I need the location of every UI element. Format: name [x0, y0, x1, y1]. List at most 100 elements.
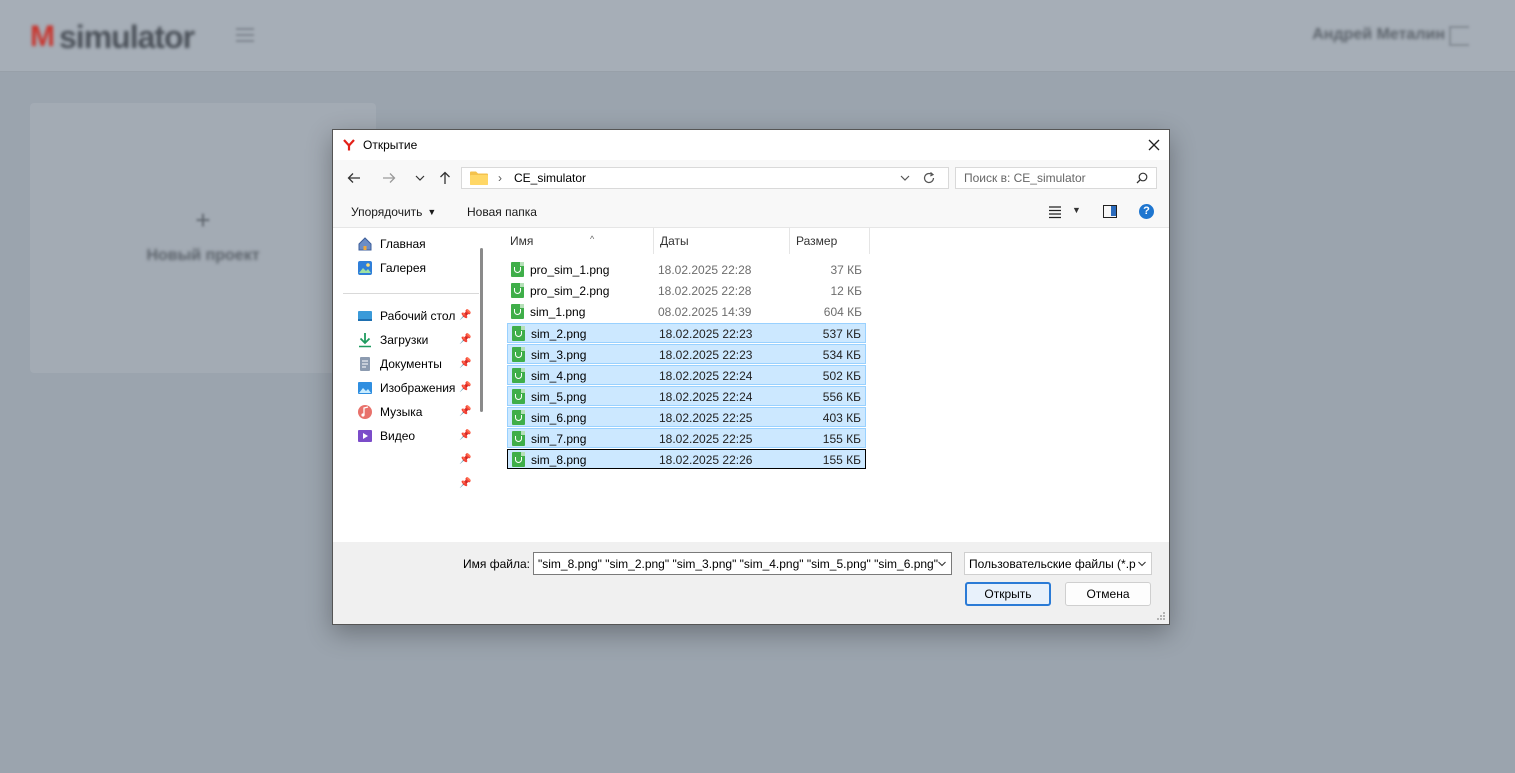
file-name: sim_8.png — [531, 453, 587, 467]
dialog-footer: Имя файла: "sim_8.png" "sim_2.png" "sim_… — [333, 542, 1169, 624]
pin-icon[interactable]: 📌 — [459, 479, 471, 489]
chevron-down-icon[interactable] — [937, 559, 947, 569]
file-date: 18.02.2025 22:24 — [659, 369, 753, 383]
sidebar-item-label: Видео — [380, 429, 416, 443]
file-row-selected[interactable]: sim_4.png 18.02.2025 22:24 502 КБ — [507, 365, 866, 385]
file-list-header: Имя ^ Даты Размер — [489, 228, 1169, 254]
caret-down-icon[interactable]: ▼ — [1072, 205, 1081, 215]
logout-icon[interactable] — [1449, 26, 1469, 46]
video-icon — [358, 430, 372, 442]
sidebar-item-music[interactable]: Музыка — [357, 402, 422, 422]
file-size: 604 КБ — [823, 305, 862, 319]
file-row-selected[interactable]: sim_3.png 18.02.2025 22:23 534 КБ — [507, 344, 866, 364]
pin-icon[interactable]: 📌 — [459, 359, 471, 369]
png-file-icon — [512, 431, 525, 446]
organize-menu-button[interactable]: Упорядочить ▼ — [351, 205, 436, 219]
refresh-icon[interactable] — [922, 171, 936, 185]
folder-icon — [470, 171, 488, 185]
column-name-label: Имя — [510, 234, 534, 248]
breadcrumb-folder[interactable]: CE_simulator — [514, 171, 586, 185]
downloads-icon — [359, 333, 371, 348]
file-name: sim_1.png — [530, 305, 586, 319]
pin-icon[interactable]: 📌 — [459, 383, 471, 393]
arrow-right-icon — [383, 173, 396, 183]
dialog-titlebar: Открытие — [333, 130, 1169, 160]
sidebar-divider — [343, 293, 479, 294]
open-button[interactable]: Открыть — [965, 582, 1051, 606]
new-folder-button[interactable]: Новая папка — [467, 205, 537, 219]
pin-icon[interactable]: 📌 — [459, 335, 471, 345]
pin-icon[interactable]: 📌 — [459, 407, 471, 417]
sidebar-item-documents[interactable]: Документы — [357, 354, 442, 374]
preview-pane-icon[interactable] — [1103, 205, 1117, 218]
command-toolbar: Упорядочить ▼ Новая папка ▼ ? — [333, 196, 1169, 228]
home-icon — [358, 237, 372, 251]
column-header-size[interactable]: Размер — [790, 228, 870, 254]
png-file-icon — [512, 368, 525, 383]
sidebar-item-desktop[interactable]: Рабочий стол — [357, 306, 455, 326]
forward-button[interactable] — [379, 168, 399, 188]
file-row-focused[interactable]: sim_8.png 18.02.2025 22:26 155 КБ — [507, 449, 866, 469]
documents-icon — [360, 357, 370, 371]
arrow-up-icon — [440, 171, 450, 184]
navigation-pane: Главная Галерея Рабочий стол Загрузки До… — [333, 228, 489, 542]
file-date: 18.02.2025 22:25 — [659, 411, 753, 425]
sidebar-item-label: Главная — [380, 237, 426, 251]
navigation-bar: › CE_simulator Поиск в: CE_simulator — [333, 160, 1169, 196]
user-name[interactable]: Андрей Металин — [1312, 26, 1445, 44]
help-icon[interactable]: ? — [1139, 204, 1154, 219]
png-file-icon — [512, 410, 525, 425]
sidebar-item-gallery[interactable]: Галерея — [357, 258, 426, 278]
file-date: 18.02.2025 22:23 — [659, 348, 753, 362]
file-size: 155 КБ — [822, 453, 861, 467]
organize-label: Упорядочить — [351, 205, 423, 219]
file-row-selected[interactable]: sim_6.png 18.02.2025 22:25 403 КБ — [507, 407, 866, 427]
hamburger-menu-icon[interactable] — [236, 28, 254, 42]
png-file-icon — [512, 389, 525, 404]
sidebar-scrollbar[interactable] — [480, 248, 483, 412]
file-row-selected[interactable]: sim_2.png 18.02.2025 22:23 537 КБ — [507, 323, 866, 343]
file-size: 556 КБ — [822, 390, 861, 404]
logo-text: simulator — [59, 18, 195, 55]
up-button[interactable] — [435, 168, 455, 188]
new-project-card[interactable]: + Новый проект — [30, 103, 376, 373]
pin-icon[interactable]: 📌 — [459, 455, 471, 465]
file-name: sim_7.png — [531, 432, 587, 446]
filename-input[interactable]: "sim_8.png" "sim_2.png" "sim_3.png" "sim… — [533, 552, 952, 575]
column-header-date[interactable]: Даты — [654, 228, 790, 254]
file-type-select[interactable]: Пользовательские файлы (*.p — [964, 552, 1152, 575]
column-date-label: Даты — [660, 234, 689, 248]
png-file-icon — [512, 347, 525, 362]
sort-ascending-icon: ^ — [590, 234, 595, 244]
file-row-selected[interactable]: sim_7.png 18.02.2025 22:25 155 КБ — [507, 428, 866, 448]
address-bar[interactable]: › CE_simulator — [461, 167, 949, 189]
pin-icon[interactable]: 📌 — [459, 431, 471, 441]
pin-icon[interactable]: 📌 — [459, 311, 471, 321]
view-list-icon[interactable] — [1048, 205, 1062, 219]
file-row[interactable]: pro_sim_2.png 18.02.2025 22:28 12 КБ — [507, 281, 866, 301]
file-row-selected[interactable]: sim_5.png 18.02.2025 22:24 556 КБ — [507, 386, 866, 406]
search-input[interactable]: Поиск в: CE_simulator — [955, 167, 1157, 189]
sidebar-item-pictures[interactable]: Изображения — [357, 378, 455, 398]
file-name: sim_5.png — [531, 390, 587, 404]
yandex-browser-icon — [343, 139, 355, 151]
sidebar-item-downloads[interactable]: Загрузки — [357, 330, 428, 350]
app-header: M simulator Андрей Металин — [0, 0, 1515, 72]
recent-locations-button[interactable] — [410, 168, 430, 188]
file-name: sim_4.png — [531, 369, 587, 383]
sidebar-item-label: Загрузки — [380, 333, 429, 347]
file-row[interactable]: pro_sim_1.png 18.02.2025 22:28 37 КБ — [507, 260, 866, 280]
back-button[interactable] — [344, 168, 364, 188]
file-date: 18.02.2025 22:23 — [659, 327, 753, 341]
file-row[interactable]: sim_1.png 08.02.2025 14:39 604 КБ — [507, 302, 866, 322]
breadcrumb-separator: › — [498, 171, 502, 185]
chevron-down-icon[interactable] — [898, 171, 912, 185]
column-header-name[interactable]: Имя ^ — [504, 228, 654, 254]
sidebar-item-home[interactable]: Главная — [357, 234, 426, 254]
search-icon — [1136, 172, 1148, 184]
sidebar-item-video[interactable]: Видео — [357, 426, 415, 446]
resize-grip-icon[interactable] — [1156, 611, 1166, 621]
filename-label: Имя файла: — [463, 557, 530, 571]
close-button[interactable] — [1139, 130, 1169, 160]
cancel-button[interactable]: Отмена — [1065, 582, 1151, 606]
